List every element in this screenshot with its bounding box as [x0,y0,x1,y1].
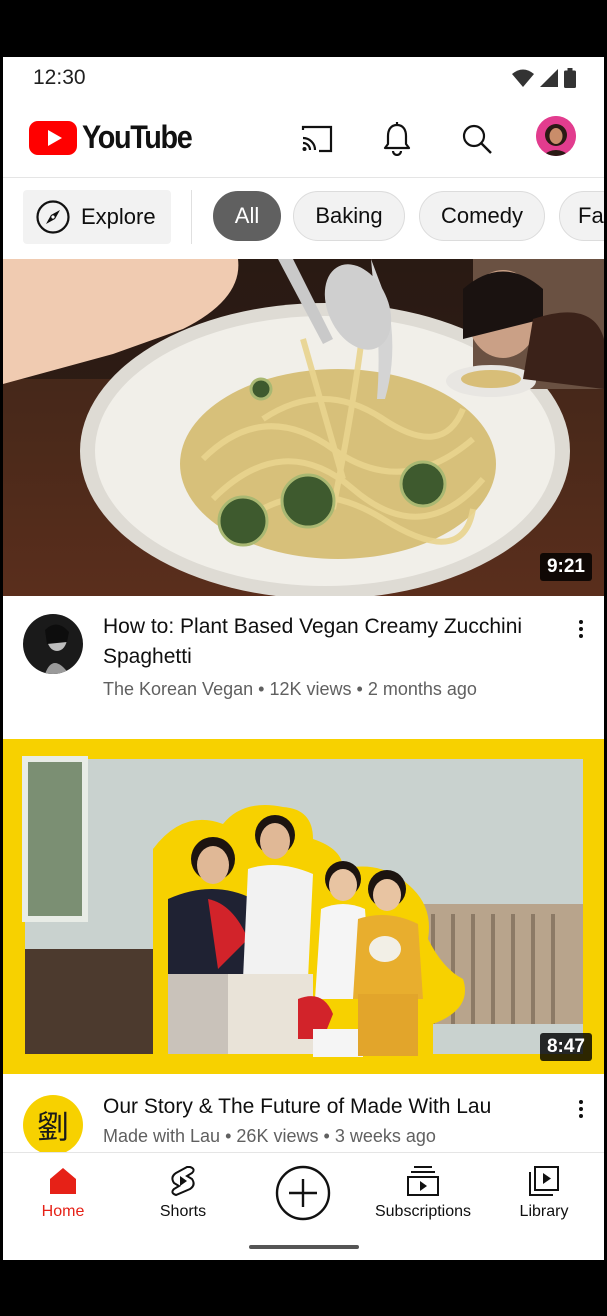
chip-partial[interactable]: Fa [559,191,604,241]
kebab-dot [579,634,583,638]
channel-name[interactable]: Made with Lau [103,1126,220,1146]
kebab-dot [579,1114,583,1118]
chip-baking[interactable]: Baking [293,191,405,241]
status-icons [512,68,576,88]
chip-comedy[interactable]: Comedy [419,191,545,241]
view-count: 12K views [269,679,352,699]
account-avatar-image [536,116,576,156]
nav-shorts-label: Shorts [159,1203,207,1220]
separator: • [258,679,265,699]
account-avatar[interactable] [536,116,576,156]
channel-name[interactable]: The Korean Vegan [103,679,253,699]
phone-screen: 12:30 YouTube Explore All Baking Comedy … [3,57,604,1260]
separator: • [225,1126,232,1146]
kebab-dot [579,1107,583,1111]
view-count: 26K views [236,1126,319,1146]
cast-icon [301,125,333,153]
upload-age: 3 weeks ago [334,1126,436,1146]
library-icon [529,1166,559,1196]
video-subtitle: Made with Lau • 26K views • 3 weeks ago [103,1126,573,1147]
video-thumbnail[interactable]: 9:21 [3,259,604,596]
bell-icon [383,122,411,156]
nav-library-label: Library [519,1203,569,1220]
explore-button[interactable]: Explore [23,190,171,244]
chip-all[interactable]: All [213,191,281,241]
status-time: 12:30 [33,66,86,89]
search-button[interactable] [457,119,497,159]
more-options-button[interactable] [571,614,591,644]
thumbnail-family-photo-image [3,739,604,1074]
nav-shorts[interactable]: Shorts [143,1153,223,1233]
create-button[interactable] [273,1153,333,1233]
chips-divider [191,190,192,244]
wifi-icon [512,69,534,87]
nav-home[interactable]: Home [27,1153,99,1233]
separator: • [323,1126,330,1146]
video-duration: 8:47 [539,1033,592,1061]
battery-icon [564,68,576,88]
kebab-dot [579,627,583,631]
app-bar: YouTube [3,99,604,178]
nav-library[interactable]: Library [511,1153,577,1233]
search-icon [462,124,492,154]
separator: • [356,679,363,699]
video-subtitle: The Korean Vegan • 12K views • 2 months … [103,679,573,700]
youtube-logo[interactable]: YouTube [29,119,204,156]
compass-icon [36,200,70,234]
video-meta[interactable]: 劉 Our Story & The Future of Made With La… [3,1074,604,1152]
kebab-dot [579,620,583,624]
youtube-play-icon [29,120,77,155]
channel-logo-glyph: 劉 [36,1108,69,1146]
category-chips: Explore All Baking Comedy Fa [3,178,604,258]
status-bar: 12:30 [3,57,604,99]
thumbnail-pasta-image [3,259,604,596]
video-title[interactable]: Our Story & The Future of Made With Lau [103,1092,563,1122]
create-plus-icon [275,1165,331,1221]
notifications-button[interactable] [377,119,417,159]
explore-label: Explore [81,204,156,229]
nav-subscriptions-label: Subscriptions [374,1203,472,1220]
gesture-navigation-bar[interactable] [249,1245,359,1249]
kebab-dot [579,1100,583,1104]
video-title[interactable]: How to: Plant Based Vegan Creamy Zucchin… [103,612,543,672]
nav-home-label: Home [41,1203,85,1220]
shorts-icon [171,1166,195,1197]
video-meta[interactable]: How to: Plant Based Vegan Creamy Zucchin… [3,597,604,737]
more-options-button[interactable] [571,1094,591,1124]
cellular-signal-icon [540,69,558,87]
home-icon [50,1168,76,1194]
cast-button[interactable] [297,119,337,159]
channel-avatar-image [23,614,83,674]
subscriptions-icon [407,1166,439,1196]
channel-avatar[interactable]: 劉 [23,1095,83,1152]
logo-text: YouTube [82,119,193,155]
video-thumbnail[interactable]: 8:47 [3,739,604,1074]
channel-avatar[interactable] [23,614,83,674]
video-duration: 9:21 [539,553,592,581]
upload-age: 2 months ago [367,679,477,699]
nav-subscriptions[interactable]: Subscriptions [363,1153,483,1233]
bottom-navigation: Home Shorts Subscriptions Library [3,1152,604,1233]
